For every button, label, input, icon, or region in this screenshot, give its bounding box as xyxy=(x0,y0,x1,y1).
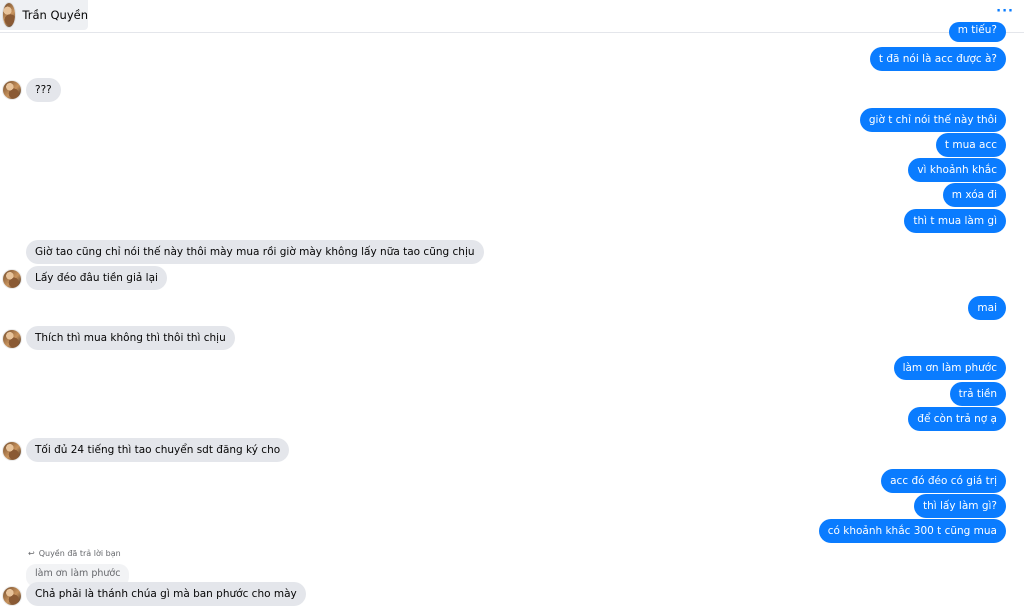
chat-header: Trần Quyền ··· xyxy=(0,0,1024,33)
sender-avatar[interactable] xyxy=(3,442,21,460)
outgoing-message: làm ơn làm phước xyxy=(893,356,1006,380)
contact-chip[interactable]: Trần Quyền xyxy=(0,0,88,30)
outgoing-message: để còn trả nợ ạ xyxy=(908,407,1006,431)
outgoing-message: vì khoảnh khắc xyxy=(908,158,1006,182)
incoming-message: ??? xyxy=(26,78,61,102)
contact-avatar[interactable] xyxy=(3,3,16,27)
contact-name[interactable]: Trần Quyền xyxy=(22,8,88,22)
outgoing-message: mai xyxy=(968,296,1006,320)
incoming-message: Lấy đéo đâu tiền giả lại xyxy=(26,266,167,290)
outgoing-message: t đã nói là acc được à? xyxy=(869,47,1006,71)
outgoing-message: m xóa đi xyxy=(942,183,1006,207)
outgoing-message: t mua acc xyxy=(935,133,1006,157)
outgoing-message: giờ t chỉ nói thế này thôi xyxy=(859,108,1006,132)
incoming-message: Tối đủ 24 tiếng thì tao chuyển sdt đăng … xyxy=(26,438,290,462)
incoming-message: Thích thì mua không thì thôi thì chịu xyxy=(26,326,235,350)
reply-arrow-icon: ↩ xyxy=(28,549,35,558)
sender-avatar[interactable] xyxy=(3,81,21,99)
outgoing-message: trả tiền xyxy=(949,382,1006,406)
reply-note: ↩ Quyền đã trả lời bạn xyxy=(28,549,121,558)
sender-avatar[interactable] xyxy=(3,330,21,348)
outgoing-message: thì t mua làm gì xyxy=(904,209,1006,233)
sender-avatar[interactable] xyxy=(3,587,21,605)
ellipsis-icon[interactable]: ··· xyxy=(996,4,1014,19)
outgoing-message: m tiếu? xyxy=(948,22,1006,42)
outgoing-message: thì lấy làm gì? xyxy=(913,494,1006,518)
outgoing-message: có khoảnh khắc 300 t cũng mua xyxy=(818,519,1006,543)
incoming-message: Giờ tao cũng chỉ nói thế này thôi mày mu… xyxy=(26,240,484,264)
outgoing-message: acc đó đéo có giá trị xyxy=(881,469,1006,493)
incoming-message: Chả phải là thánh chúa gì mà ban phước c… xyxy=(26,582,306,606)
reply-note-text: Quyền đã trả lời bạn xyxy=(38,549,121,558)
sender-avatar[interactable] xyxy=(3,270,21,288)
